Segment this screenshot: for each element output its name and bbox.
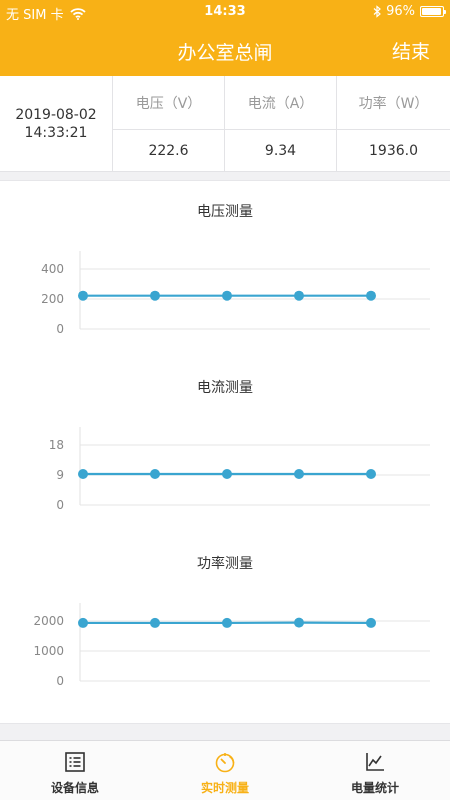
data-point (150, 469, 160, 479)
power-chart: 0 1000 2000 (33, 603, 430, 688)
power-value: 1936.0 (369, 143, 418, 159)
battery-percent: 96% (386, 4, 415, 19)
data-point (78, 290, 88, 301)
data-point (294, 617, 304, 628)
tab-device-info[interactable]: 设备信息 (0, 741, 150, 800)
power-column: 功率（W） 1936.0 (337, 76, 450, 172)
voltage-chart-title: 电压测量 (197, 204, 253, 220)
timestamp: 2019-08-02 14:33:21 (0, 76, 113, 172)
data-point (150, 290, 160, 301)
tab-label: 实时测量 (200, 781, 249, 795)
power-header: 功率（W） (337, 76, 450, 130)
data-point (222, 617, 232, 628)
current-header: 电流（A） (225, 76, 336, 130)
voltage-column: 电压（V） 222.6 (113, 76, 225, 172)
data-point (78, 617, 88, 628)
bluetooth-icon (373, 5, 382, 18)
tab-label: 设备信息 (50, 781, 99, 795)
tab-bar: 设备信息 实时测量 电量统计 (0, 740, 450, 800)
nav-bar: 办公室总闸 结束 (0, 24, 450, 76)
page-title: 办公室总闸 (177, 42, 273, 64)
tab-label: 电量统计 (350, 781, 399, 795)
y-tick-label: 18 (49, 438, 64, 452)
y-tick-label: 9 (56, 468, 64, 482)
end-button[interactable]: 结束 (392, 37, 430, 64)
current-chart: 0 9 18 (49, 427, 430, 512)
tab-realtime[interactable]: 实时测量 (150, 741, 300, 800)
timestamp-time: 14:33:21 (24, 125, 88, 141)
current-value: 9.34 (264, 143, 297, 159)
power-chart-title: 功率测量 (197, 556, 253, 572)
data-point (366, 469, 376, 479)
info-panel: 2019-08-02 14:33:21 电压（V） 222.6 电流（A） 9.… (0, 76, 450, 172)
list-icon (65, 752, 85, 772)
status-bar: 无 SIM 卡 14:33 96% (0, 0, 450, 24)
y-tick-label: 400 (41, 262, 64, 276)
data-point (222, 290, 232, 301)
battery-fill (422, 8, 442, 15)
data-point (150, 617, 160, 628)
timestamp-date: 2019-08-02 (15, 107, 97, 123)
data-point (294, 290, 304, 301)
tab-energy-stats[interactable]: 电量统计 (300, 741, 450, 800)
voltage-chart: 0 200 400 (41, 251, 430, 336)
timer-icon (215, 753, 235, 773)
y-tick-label: 0 (56, 498, 64, 512)
y-tick-label: 2000 (33, 614, 64, 628)
charts-card: 电压测量 0 200 400 电流测量 0 9 18 功率测量 0 1000 2000 (0, 180, 450, 724)
y-tick-label: 0 (56, 322, 64, 336)
current-chart-title: 电流测量 (197, 380, 253, 396)
data-point (366, 617, 376, 628)
data-point (366, 290, 376, 301)
y-tick-label: 1000 (33, 644, 64, 658)
y-tick-label: 0 (56, 674, 64, 688)
data-point (222, 469, 232, 479)
battery-icon (420, 6, 446, 17)
voltage-value: 222.6 (148, 143, 189, 159)
data-point (78, 469, 88, 479)
line-chart-icon (366, 753, 384, 771)
data-point (294, 469, 304, 479)
voltage-header: 电压（V） (113, 76, 224, 130)
current-column: 电流（A） 9.34 (225, 76, 337, 172)
y-tick-label: 200 (41, 292, 64, 306)
